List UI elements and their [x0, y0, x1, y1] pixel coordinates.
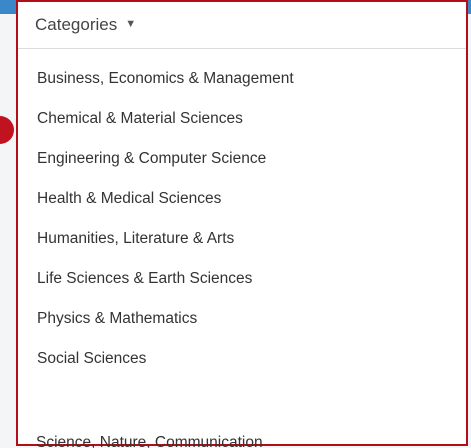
category-item-physics[interactable]: Physics & Mathematics	[18, 299, 466, 339]
caret-down-icon: ▼	[125, 18, 137, 30]
categories-dropdown-toggle[interactable]: Categories ▼	[18, 2, 466, 49]
category-list: Business, Economics & Management Chemica…	[18, 49, 466, 379]
category-item-social-sciences[interactable]: Social Sciences	[18, 339, 466, 379]
dropdown-title: Categories	[35, 15, 118, 34]
categories-dropdown-menu: Categories ▼ Business, Economics & Manag…	[16, 0, 468, 446]
category-item-business[interactable]: Business, Economics & Management	[18, 59, 466, 99]
screenshot-stage: Categories ▼ Business, Economics & Manag…	[0, 0, 471, 448]
category-item-humanities[interactable]: Humanities, Literature & Arts	[18, 219, 466, 259]
category-item-engineering[interactable]: Engineering & Computer Science	[18, 139, 466, 179]
category-item-partial[interactable]: Science, Nature, Communication	[18, 434, 263, 448]
category-item-chemical[interactable]: Chemical & Material Sciences	[18, 99, 466, 139]
category-item-health[interactable]: Health & Medical Sciences	[18, 179, 466, 219]
category-item-life-sciences[interactable]: Life Sciences & Earth Sciences	[18, 259, 466, 299]
